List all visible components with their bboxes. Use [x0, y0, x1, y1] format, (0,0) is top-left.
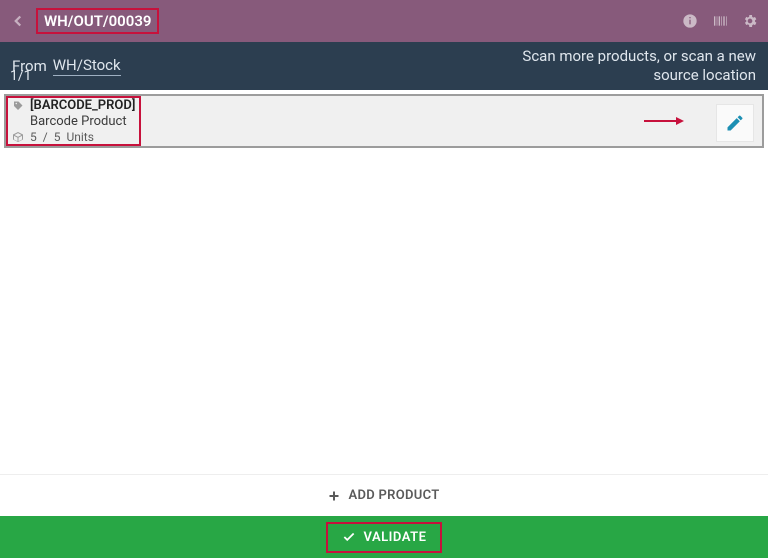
product-ref: [BARCODE_PROD] [30, 98, 135, 113]
source-location[interactable]: WH/Stock [53, 56, 121, 76]
plus-icon [328, 490, 340, 502]
product-line-info: [BARCODE_PROD] Barcode Product 5 / 5 Uni… [6, 96, 141, 146]
top-bar: WH/OUT/00039 [0, 0, 768, 42]
edit-line-button[interactable] [716, 104, 754, 142]
pencil-icon [725, 113, 745, 133]
check-icon [342, 530, 356, 544]
line-counter: 1/1 [10, 68, 32, 84]
product-line[interactable]: [BARCODE_PROD] Barcode Product 5 / 5 Uni… [4, 94, 764, 148]
qty-done: 5 [30, 130, 37, 144]
add-product-button[interactable]: ADD PRODUCT [0, 474, 768, 516]
uom: Units [66, 130, 93, 144]
gear-icon[interactable] [742, 13, 758, 29]
add-product-label: ADD PRODUCT [348, 488, 439, 503]
scan-hint: Scan more products, or scan a new source… [522, 47, 756, 86]
chevron-left-icon [9, 12, 27, 30]
source-bar: From WH/Stock Scan more products, or sca… [0, 42, 768, 90]
top-icons [682, 13, 758, 29]
transfer-title: WH/OUT/00039 [36, 8, 159, 34]
annotation-arrow-icon [644, 116, 684, 126]
product-name: Barcode Product [12, 114, 135, 129]
qty-sep: / [43, 130, 48, 144]
validate-bar[interactable]: VALIDATE [0, 516, 768, 558]
qty-expected: 5 [54, 130, 61, 144]
info-icon[interactable] [682, 13, 698, 29]
validate-label: VALIDATE [364, 530, 427, 545]
lines-scroll-area[interactable] [0, 148, 768, 474]
back-button[interactable] [0, 0, 36, 42]
validate-button[interactable]: VALIDATE [326, 522, 443, 553]
tag-icon [12, 100, 24, 112]
barcode-icon[interactable] [712, 13, 728, 29]
scan-hint-line1: Scan more products, or scan a new [522, 47, 756, 67]
scan-hint-line2: source location [522, 66, 756, 86]
box-icon [12, 131, 24, 143]
